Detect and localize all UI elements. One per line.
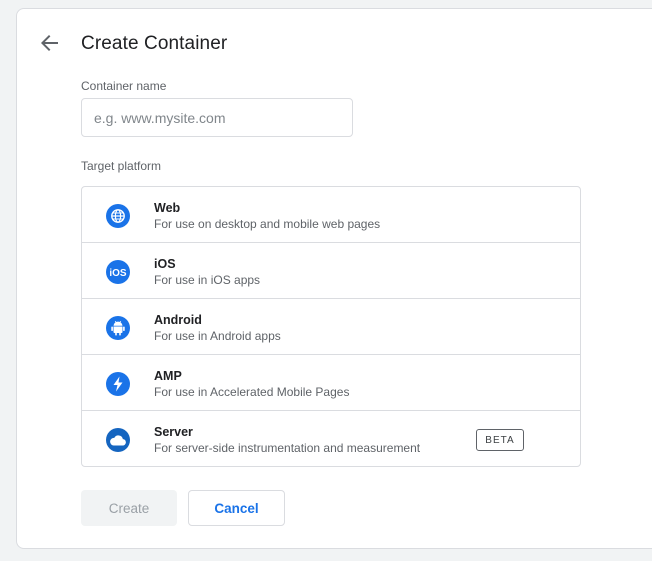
globe-icon xyxy=(106,204,130,228)
platform-option-android[interactable]: Android For use in Android apps xyxy=(82,299,580,355)
page-title: Create Container xyxy=(81,33,228,54)
cloud-icon xyxy=(106,428,130,452)
ios-icon: iOS xyxy=(106,260,130,284)
platform-option-amp[interactable]: AMP For use in Accelerated Mobile Pages xyxy=(82,355,580,411)
platform-description: For server-side instrumentation and meas… xyxy=(154,441,421,455)
platform-description: For use in iOS apps xyxy=(154,273,261,287)
platform-option-web[interactable]: Web For use on desktop and mobile web pa… xyxy=(82,187,580,243)
back-button[interactable] xyxy=(39,32,61,54)
platform-name: Server xyxy=(154,425,193,439)
platform-name: iOS xyxy=(154,257,176,271)
lightning-icon xyxy=(106,372,130,396)
platform-name: Android xyxy=(154,313,202,327)
platform-description: For use on desktop and mobile web pages xyxy=(154,217,381,231)
platform-name: Web xyxy=(154,201,181,215)
create-button[interactable]: Create xyxy=(81,490,177,526)
platform-option-ios[interactable]: iOS iOS For use in iOS apps xyxy=(82,243,580,299)
platform-description: For use in Android apps xyxy=(154,329,281,343)
platform-name: AMP xyxy=(154,369,182,383)
ios-icon-text: iOS xyxy=(109,268,127,278)
platform-option-server[interactable]: Server For server-side instrumentation a… xyxy=(82,411,580,466)
arrow-back-icon xyxy=(41,35,58,51)
platform-description: For use in Accelerated Mobile Pages xyxy=(154,385,350,399)
container-name-input[interactable] xyxy=(81,98,353,137)
android-icon xyxy=(106,316,130,340)
create-container-panel: Create Container Container name Target p… xyxy=(16,8,652,549)
beta-badge: BETA xyxy=(476,429,524,451)
target-platform-label: Target platform xyxy=(81,159,162,173)
cancel-button[interactable]: Cancel xyxy=(188,490,285,526)
container-name-label: Container name xyxy=(81,79,167,93)
target-platform-list: Web For use on desktop and mobile web pa… xyxy=(81,186,581,467)
